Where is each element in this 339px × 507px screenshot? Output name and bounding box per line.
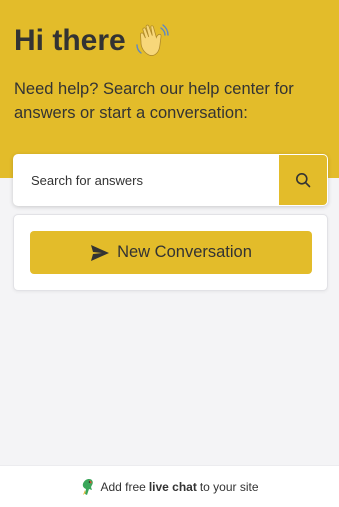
new-conversation-label: New Conversation [117,243,252,261]
header-banner: Hi there Need help? Search our help cent… [0,0,339,178]
conversation-card: New Conversation [13,214,328,291]
send-icon [91,244,110,261]
footer-live-chat: live chat [148,479,197,494]
search-icon [296,173,311,188]
greeting-text: Hi there [14,24,126,57]
new-conversation-button[interactable]: New Conversation [30,231,312,274]
footer-suffix: to your site [199,479,259,494]
greeting-heading: Hi there [14,24,170,58]
search-button[interactable] [279,155,327,205]
footer-prefix: Add free [100,479,146,494]
search-bar [13,154,328,206]
search-input[interactable] [13,154,278,206]
parrot-logo-icon [83,478,94,495]
header-subtitle: Need help? Search our help center for an… [14,80,294,122]
waving-hand-icon [134,23,170,57]
footer[interactable]: Add free live chat to your site [0,465,339,507]
